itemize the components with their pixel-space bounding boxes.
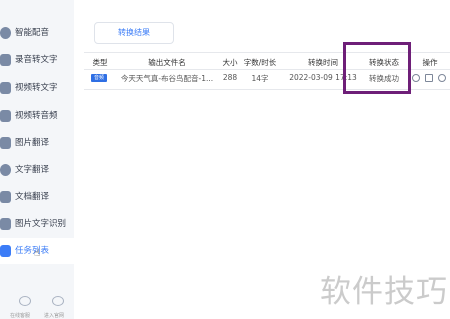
- sidebar-item-smart-dubbing[interactable]: 智能配音: [0, 20, 74, 46]
- sidebar-item-label: 图片翻译: [15, 138, 50, 148]
- cell-size: 288: [222, 73, 238, 82]
- hand-cursor-icon: ☝: [34, 248, 41, 259]
- ocr-icon: [0, 218, 11, 230]
- status-column-highlight-box: [343, 42, 411, 94]
- sidebar-item-document-translate[interactable]: 文档翻译: [0, 184, 74, 210]
- sidebar-item-label: 文字翻译: [15, 165, 50, 175]
- sidebar-item-label: 任务列表: [15, 246, 50, 256]
- audio-icon: [0, 110, 11, 122]
- video-icon: [0, 82, 11, 94]
- type-badge: 音频: [91, 74, 107, 82]
- play-icon[interactable]: [412, 74, 420, 82]
- website-icon[interactable]: [52, 296, 64, 306]
- sidebar-item-video-to-text[interactable]: 视频转文字: [0, 75, 74, 101]
- sidebar: 智能配音 录音转文字 视频转文字 视频转音频 图片翻译 文字翻译 文档翻译 图片…: [0, 0, 74, 319]
- document-icon: [0, 191, 11, 203]
- sidebar-item-label: 智能配音: [15, 28, 50, 38]
- sidebar-item-video-to-audio[interactable]: 视频转音频: [0, 103, 74, 129]
- cell-length: 14字: [251, 74, 269, 83]
- footer-label-website[interactable]: 进入官网: [44, 312, 64, 319]
- sidebar-item-ocr[interactable]: 图片文字识别: [0, 211, 74, 237]
- column-header-type: 类型: [92, 58, 108, 67]
- record-icon: [0, 54, 11, 66]
- column-header-file-name: 输出文件名: [148, 58, 186, 67]
- task-list-icon: [0, 245, 11, 257]
- image-icon: [0, 137, 11, 149]
- delete-icon[interactable]: [438, 74, 446, 82]
- sidebar-item-label: 录音转文字: [15, 55, 58, 65]
- customer-service-icon[interactable]: [19, 296, 31, 306]
- sidebar-item-label: 文档翻译: [15, 192, 50, 202]
- folder-icon[interactable]: [425, 74, 433, 82]
- sidebar-item-task-list[interactable]: 任务列表 ☝: [0, 238, 74, 264]
- sidebar-item-label: 图片文字识别: [15, 219, 67, 229]
- cell-file-name: 今天天气真-布谷鸟配音-1...: [120, 74, 214, 83]
- column-header-size: 大小: [222, 58, 238, 67]
- sidebar-item-label: 视频转音频: [15, 111, 58, 121]
- sidebar-item-image-translate[interactable]: 图片翻译: [0, 130, 74, 156]
- column-header-length: 字数/时长: [243, 58, 277, 67]
- voice-icon: [0, 27, 11, 39]
- sidebar-item-label: 视频转文字: [15, 83, 58, 93]
- sidebar-item-text-translate[interactable]: 文字翻译: [0, 157, 74, 183]
- footer-label-service[interactable]: 在线客服: [10, 312, 30, 319]
- translate-icon: [0, 164, 11, 176]
- column-header-actions: 操作: [422, 58, 438, 67]
- sidebar-item-recording-to-text[interactable]: 录音转文字: [0, 47, 74, 73]
- tab-conversion-results[interactable]: 转换结果: [94, 22, 174, 44]
- watermark: 软件技巧: [320, 274, 448, 310]
